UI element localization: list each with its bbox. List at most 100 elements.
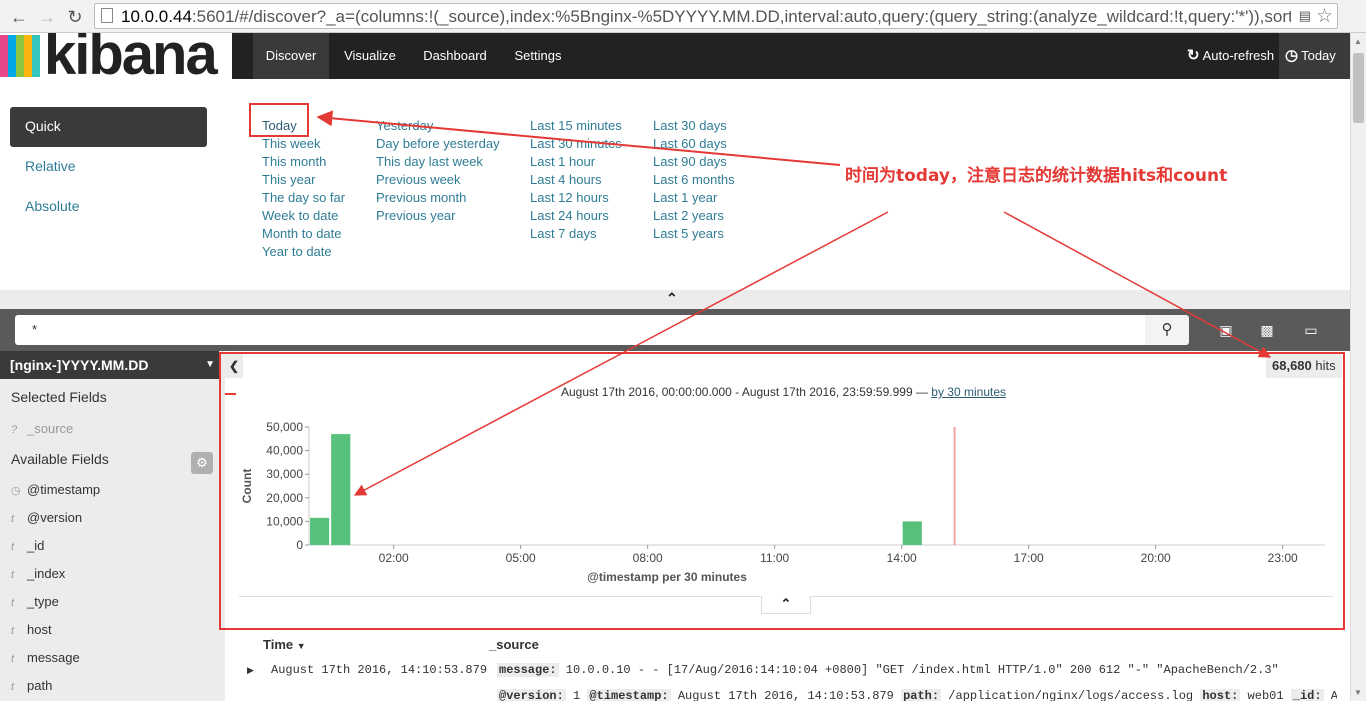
save-search-icon[interactable]: ▩ bbox=[1258, 321, 1276, 339]
timepicker-toggle[interactable]: ◷ Today bbox=[1279, 33, 1350, 79]
hits-value: 68,680 bbox=[1272, 358, 1312, 373]
quick-column-2: Yesterday Day before yesterday This day la… bbox=[376, 117, 500, 225]
quick-option[interactable]: Month to date bbox=[262, 225, 345, 243]
new-search-icon[interactable]: ▣ bbox=[1217, 321, 1235, 339]
mode-quick[interactable]: Quick bbox=[10, 107, 207, 147]
quick-option[interactable]: The day so far bbox=[262, 189, 345, 207]
quick-option[interactable]: Last 15 minutes bbox=[530, 117, 622, 135]
tab-visualize[interactable]: Visualize bbox=[334, 33, 406, 79]
reload-icon[interactable]: ↻ bbox=[64, 6, 86, 28]
quick-option[interactable]: Year to date bbox=[262, 243, 345, 261]
quick-option[interactable]: Last 4 hours bbox=[530, 171, 622, 189]
scroll-thumb[interactable] bbox=[1353, 53, 1364, 123]
histogram-chart[interactable]: 0 10,000 20,000 30,000 40,000 50,000 02:00 05:0… bbox=[225, 409, 1350, 589]
page-scrollbar[interactable]: ▲ ▼ bbox=[1350, 33, 1366, 701]
tab-discover[interactable]: Discover bbox=[253, 33, 329, 79]
chevron-up-icon[interactable]: ⌃ bbox=[666, 290, 678, 307]
logo-bar bbox=[8, 35, 16, 77]
quick-option[interactable]: Last 60 days bbox=[653, 135, 735, 153]
collapse-sidebar-icon[interactable]: ❮ bbox=[225, 354, 243, 378]
kibana-logo[interactable]: kibana bbox=[0, 33, 232, 79]
interval-link[interactable]: by 30 minutes bbox=[931, 385, 1006, 399]
source-value: web01 bbox=[1240, 689, 1291, 701]
field-index[interactable]: t _index bbox=[11, 566, 65, 581]
tab-settings[interactable]: Settings bbox=[505, 33, 571, 79]
browser-toolbar: ← → ↻ 10.0.0.44:5601/#/discover?_a=(colu… bbox=[0, 0, 1366, 33]
quick-option[interactable]: Previous month bbox=[376, 189, 500, 207]
quick-option[interactable]: Last 2 years bbox=[653, 207, 735, 225]
quick-option[interactable]: This day last week bbox=[376, 153, 500, 171]
time-range-value: August 17th 2016, 00:00:00.000 - August … bbox=[561, 385, 932, 399]
field-timestamp[interactable]: ◷ @timestamp bbox=[11, 482, 100, 497]
search-bar: * ⚲ ▣ ▩ ▭ bbox=[0, 309, 1350, 351]
available-fields-heading: Available Fields bbox=[11, 451, 109, 467]
row-source-line-2: @version: 1 @timestamp: August 17th 2016… bbox=[497, 689, 1337, 701]
kibana-discover-page: ← → ↻ 10.0.0.44:5601/#/discover?_a=(colu… bbox=[0, 0, 1366, 701]
quick-option[interactable]: Last 5 years bbox=[653, 225, 735, 243]
quick-option[interactable]: Last 30 days bbox=[653, 117, 735, 135]
quick-option[interactable]: Last 30 minutes bbox=[530, 135, 622, 153]
auto-refresh-button[interactable]: ↻ Auto-refresh bbox=[1187, 33, 1274, 79]
quick-option[interactable]: Previous week bbox=[376, 171, 500, 189]
sort-down-icon[interactable]: ▼ bbox=[297, 641, 306, 651]
expand-row-icon[interactable]: ▶ bbox=[247, 665, 254, 676]
y-axis-title: Count bbox=[240, 469, 254, 504]
string-type-icon: t bbox=[11, 513, 15, 525]
quick-option[interactable]: Previous year bbox=[376, 207, 500, 225]
quick-option[interactable]: This year bbox=[262, 171, 345, 189]
scroll-down-icon[interactable]: ▼ bbox=[1354, 688, 1362, 697]
quick-option[interactable]: Day before yesterday bbox=[376, 135, 500, 153]
field-id[interactable]: t _id bbox=[11, 538, 44, 553]
column-header-time[interactable]: Time ▼ bbox=[263, 637, 306, 652]
quick-column-1: Today This week This month This year The day… bbox=[262, 117, 345, 261]
timepicker-collapse-bar[interactable]: ⌃ bbox=[0, 290, 1350, 309]
back-icon[interactable]: ← bbox=[8, 6, 30, 28]
quick-option[interactable]: Week to date bbox=[262, 207, 345, 225]
collapse-chart-icon[interactable]: ⌃ bbox=[761, 596, 811, 614]
gear-icon[interactable]: ⚙ bbox=[191, 452, 213, 474]
quick-option[interactable]: Last 6 months bbox=[653, 171, 735, 189]
search-input[interactable]: * bbox=[15, 315, 1145, 345]
unknown-type-icon: ? bbox=[11, 424, 18, 436]
quick-option[interactable]: This month bbox=[262, 153, 345, 171]
quick-option[interactable]: This week bbox=[262, 135, 345, 153]
clock-icon: ◷ bbox=[1285, 47, 1299, 64]
index-pattern-label: [nginx-]YYYY.MM.DD bbox=[10, 357, 149, 373]
translate-icon[interactable]: ▤ bbox=[1299, 8, 1311, 24]
source-key: message: bbox=[497, 663, 559, 677]
mode-absolute[interactable]: Absolute bbox=[10, 187, 207, 227]
field-host[interactable]: t host bbox=[11, 622, 52, 637]
annotation-dash bbox=[225, 393, 236, 395]
search-button[interactable]: ⚲ bbox=[1145, 315, 1189, 345]
field-name: @version bbox=[27, 510, 83, 525]
logo-bar bbox=[16, 35, 24, 77]
x-axis-title: @timestamp per 30 minutes bbox=[587, 570, 747, 584]
field-source[interactable]: ? _source bbox=[11, 421, 73, 436]
forward-icon[interactable]: → bbox=[36, 6, 58, 28]
scroll-up-icon[interactable]: ▲ bbox=[1354, 37, 1362, 46]
tab-dashboard[interactable]: Dashboard bbox=[414, 33, 496, 79]
field-path[interactable]: t path bbox=[11, 678, 52, 693]
y-tick-label: 20,000 bbox=[266, 491, 303, 505]
quick-option[interactable]: Last 90 days bbox=[653, 153, 735, 171]
source-value: /application/nginx/logs/access.log bbox=[941, 689, 1201, 701]
address-bar[interactable]: 10.0.0.44:5601/#/discover?_a=(columns:!(… bbox=[94, 3, 1338, 29]
index-pattern-selector[interactable]: [nginx-]YYYY.MM.DD ▼ bbox=[0, 351, 219, 379]
x-tick-label: 02:00 bbox=[379, 551, 409, 565]
quick-option[interactable]: Last 7 days bbox=[530, 225, 622, 243]
field-type[interactable]: t _type bbox=[11, 594, 59, 609]
bookmark-star-icon[interactable]: ☆ bbox=[1316, 5, 1333, 28]
annotation-text: 时间为today，注意日志的统计数据hits和count bbox=[845, 166, 1228, 186]
mode-relative[interactable]: Relative bbox=[10, 147, 207, 187]
page-icon bbox=[101, 8, 113, 23]
quick-option[interactable]: Last 1 year bbox=[653, 189, 735, 207]
string-type-icon: t bbox=[11, 653, 15, 665]
quick-option[interactable]: Last 12 hours bbox=[530, 189, 622, 207]
quick-option[interactable]: Yesterday bbox=[376, 117, 500, 135]
quick-option[interactable]: Last 24 hours bbox=[530, 207, 622, 225]
quick-option[interactable]: Last 1 hour bbox=[530, 153, 622, 171]
field-version[interactable]: t @version bbox=[11, 510, 82, 525]
timepicker-mode-list: Quick Relative Absolute bbox=[10, 107, 207, 227]
field-message[interactable]: t message bbox=[11, 650, 80, 665]
open-search-icon[interactable]: ▭ bbox=[1302, 321, 1320, 339]
